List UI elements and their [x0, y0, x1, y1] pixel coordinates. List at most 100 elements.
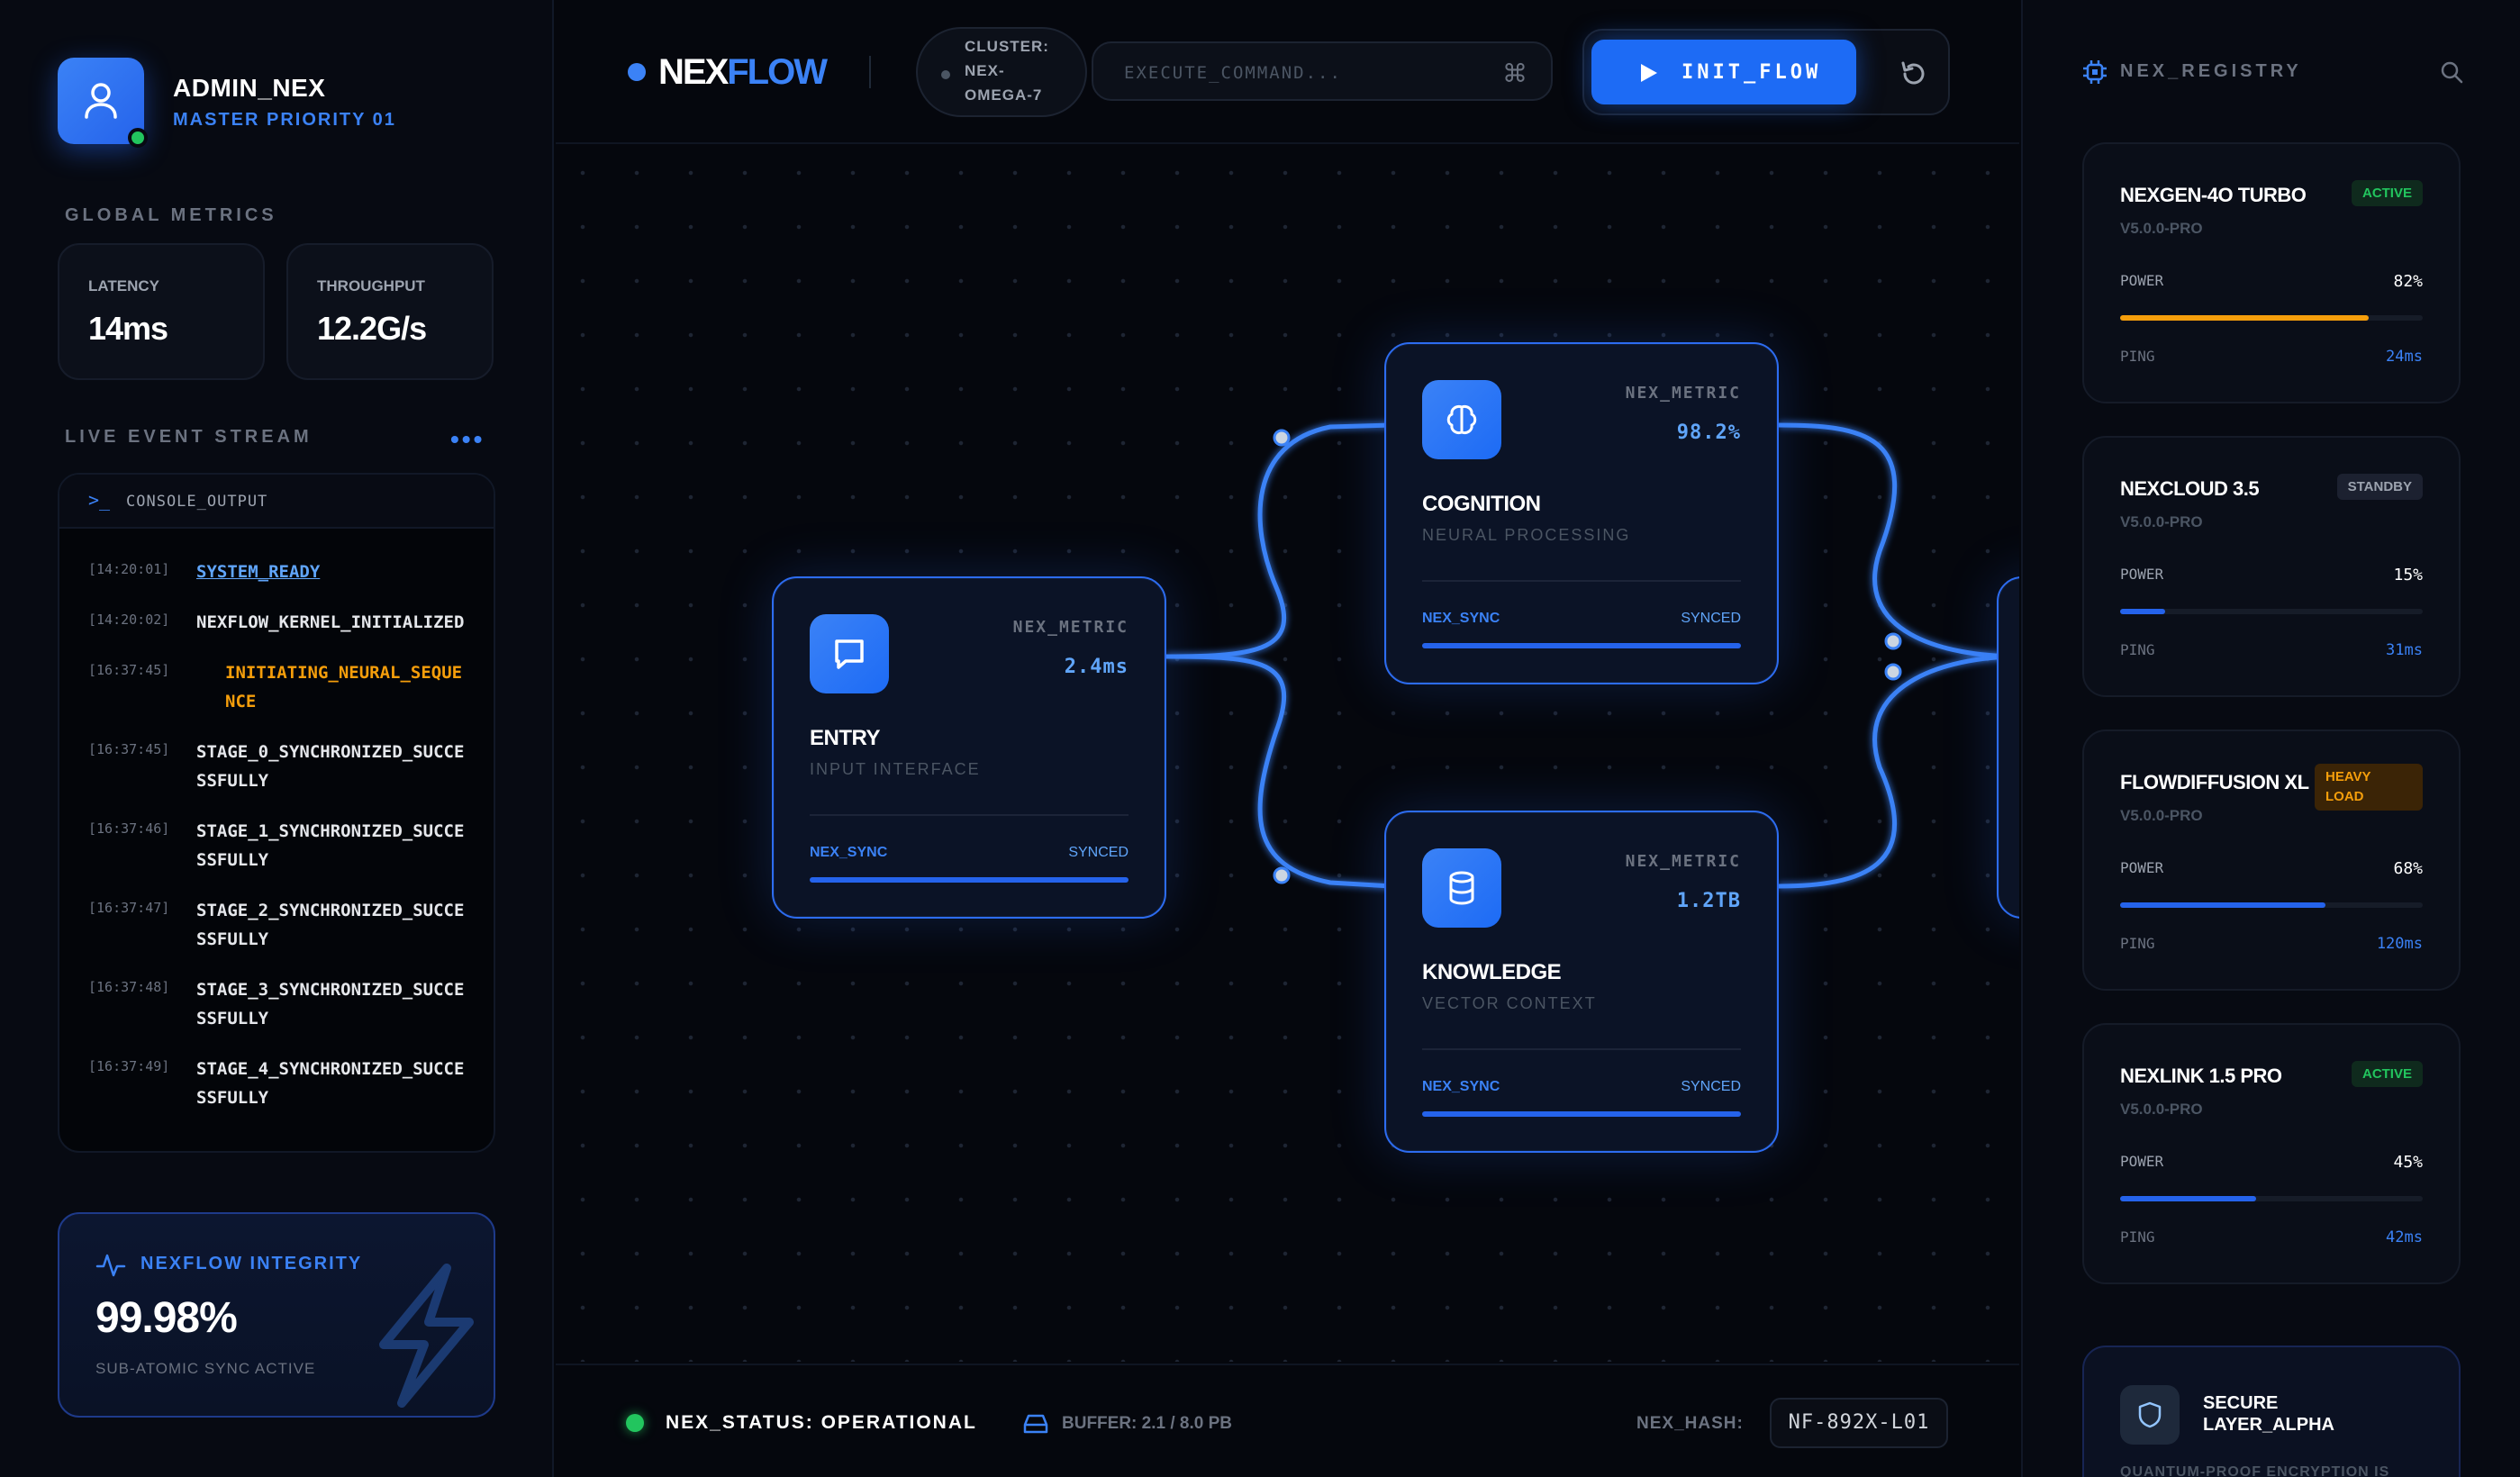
header-divider: [869, 56, 871, 88]
system-status: NEX_STATUS: OPERATIONAL: [666, 1412, 977, 1433]
node-knowledge[interactable]: NEX_METRIC 1.2TB KNOWLEDGE VECTOR CONTEX…: [1384, 811, 1779, 1153]
log-entry: [16:37:47] STAGE_2_SYNCHRONIZED_SUCCESSFU…: [88, 896, 479, 954]
ping-value: 24ms: [2386, 348, 2423, 366]
integrity-subtitle: SUB-ATOMIC SYNC ACTIVE: [95, 1360, 316, 1377]
power-value: 15%: [2393, 566, 2423, 584]
secure-subtitle: QUANTUM-PROOF ENCRYPTION IS: [2120, 1464, 2390, 1477]
model-name: NEXGEN-4O TURBO: [2120, 184, 2307, 206]
brand-logo[interactable]: NEXFLOW: [658, 52, 828, 93]
database-icon: [1422, 848, 1501, 928]
global-metrics-title: GLOBAL METRICS: [65, 205, 277, 225]
run-controls: INIT_FLOW: [1582, 29, 1950, 115]
log-message: STAGE_4_SYNCHRONIZED_SUCCESSFULLY: [196, 1059, 465, 1108]
node-sync-bar: [1422, 643, 1741, 648]
node-title: ENTRY: [810, 726, 880, 750]
node-sync-bar: [810, 877, 1129, 883]
model-card[interactable]: NEXLINK 1.5 PRO V5.0.0-PRO ACTIVE POWER 45% P…: [2082, 1023, 2461, 1284]
search-icon[interactable]: [2439, 59, 2464, 85]
power-value: 82%: [2393, 272, 2423, 291]
power-label: POWER: [2120, 859, 2164, 876]
model-version: V5.0.0-PRO: [2120, 220, 2203, 237]
secure-title: SECURE LAYER_ALPHA: [2203, 1393, 2334, 1435]
top-bar: NEXFLOW CLUSTER: NEX-OMEGA-7 EXECUTE_COM…: [556, 0, 2019, 144]
log-message: STAGE_2_SYNCHRONIZED_SUCCESSFULLY: [196, 901, 465, 949]
ping-label: PING: [2120, 641, 2155, 658]
model-status-badge: HEAVY LOAD: [2315, 764, 2423, 811]
model-card[interactable]: NEXCLOUD 3.5 V5.0.0-PRO STANDBY POWER 15% PIN…: [2082, 436, 2461, 697]
log-timestamp: [16:37:47]: [88, 900, 170, 916]
shield-icon: [2120, 1385, 2180, 1445]
terminal-icon: >_: [88, 489, 111, 511]
brand-part2: FLOW: [727, 52, 828, 92]
user-role: MASTER PRIORITY 01: [173, 110, 396, 130]
brain-icon: [1422, 380, 1501, 459]
connector-dot: [1273, 429, 1291, 447]
throughput-value: 12.2G/s: [317, 310, 427, 347]
log-timestamp: [16:37:48]: [88, 979, 170, 995]
power-value: 68%: [2393, 859, 2423, 878]
node-sync-label: NEX_SYNC: [810, 845, 888, 860]
edge-entry-cognition: [1165, 422, 1392, 659]
stream-more-button[interactable]: •••: [450, 425, 485, 454]
node-sync-label: NEX_SYNC: [1422, 611, 1500, 626]
hash-label: NEX_HASH:: [1636, 1414, 1744, 1433]
secure-layer-card[interactable]: SECURE LAYER_ALPHA QUANTUM-PROOF ENCRYPT…: [2082, 1346, 2461, 1477]
left-sidebar: ADMIN_NEX MASTER PRIORITY 01 GLOBAL METR…: [0, 0, 554, 1477]
node-subtitle: VECTOR CONTEXT: [1422, 994, 1597, 1012]
hash-value[interactable]: NF-892X-L01: [1770, 1398, 1948, 1448]
log-entry: [14:20:01] SYSTEM_READY: [88, 557, 479, 586]
node-partial-output[interactable]: [1997, 576, 2019, 919]
console-output-panel[interactable]: >_ CONSOLE_OUTPUT [14:20:01] SYSTEM_READY…: [58, 473, 495, 1153]
node-metric-label: NEX_METRIC: [1012, 618, 1129, 637]
command-input[interactable]: EXECUTE_COMMAND... ⌘: [1092, 41, 1553, 101]
ping-value: 31ms: [2386, 641, 2423, 659]
log-timestamp: [16:37:49]: [88, 1058, 170, 1074]
console-title: CONSOLE_OUTPUT: [126, 493, 268, 511]
node-cognition[interactable]: NEX_METRIC 98.2% COGNITION NEURAL PROCES…: [1384, 342, 1779, 684]
connector-dot: [1884, 663, 1902, 681]
ping-label: PING: [2120, 348, 2155, 365]
cluster-selector[interactable]: CLUSTER: NEX-OMEGA-7: [916, 27, 1087, 117]
reset-icon[interactable]: [1898, 58, 1930, 90]
status-footer: NEX_STATUS: OPERATIONAL BUFFER: 2.1 / 8.…: [556, 1364, 2019, 1477]
model-status-badge: ACTIVE: [2351, 180, 2423, 206]
user-avatar[interactable]: [58, 58, 148, 148]
buffer-status: BUFFER: 2.1 / 8.0 PB: [1062, 1414, 1232, 1433]
power-label: POWER: [2120, 1153, 2164, 1170]
log-entry: [14:20:02] NEXFLOW_KERNEL_INITIALIZED: [88, 608, 479, 637]
model-name: NEXCLOUD 3.5: [2120, 477, 2260, 500]
flow-canvas[interactable]: NEX_METRIC 2.4ms ENTRY INPUT INTERFACE N…: [556, 146, 2019, 1362]
log-entry: [16:37:49] STAGE_4_SYNCHRONIZED_SUCCESSFU…: [88, 1055, 479, 1112]
log-timestamp: [14:20:02]: [88, 612, 170, 628]
power-bar: [2120, 609, 2423, 614]
log-message: INITIATING_NEURAL_SEQUENCE: [225, 663, 463, 711]
connector-dot: [1884, 632, 1902, 650]
brand-dot: [628, 63, 646, 81]
connector-dot: [1273, 866, 1291, 884]
user-name: ADMIN_NEX: [173, 74, 326, 102]
log-message: STAGE_1_SYNCHRONIZED_SUCCESSFULLY: [196, 821, 465, 870]
power-label: POWER: [2120, 566, 2164, 583]
model-name: NEXLINK 1.5 PRO: [2120, 1065, 2282, 1087]
lightning-icon: [379, 1264, 474, 1408]
latency-value: 14ms: [88, 310, 168, 347]
cpu-icon: [2083, 60, 2107, 84]
latency-card: LATENCY 14ms: [58, 243, 265, 380]
play-icon: [1641, 64, 1657, 82]
node-title: KNOWLEDGE: [1422, 960, 1562, 984]
model-name: FLOWDIFFUSION XL: [2120, 771, 2309, 793]
log-message: SYSTEM_READY: [196, 562, 321, 582]
log-entry: [16:37:45] STAGE_0_SYNCHRONIZED_SUCCESSFU…: [88, 738, 479, 795]
log-entry: [16:37:46] STAGE_1_SYNCHRONIZED_SUCCESSFU…: [88, 817, 479, 874]
model-status-badge: ACTIVE: [2351, 1061, 2423, 1087]
cluster-label: CLUSTER: NEX-OMEGA-7: [965, 38, 1049, 104]
node-metric-value: 2.4ms: [1064, 656, 1129, 678]
node-metric-value: 1.2TB: [1676, 890, 1741, 912]
init-flow-button[interactable]: INIT_FLOW: [1591, 40, 1856, 104]
ping-label: PING: [2120, 1228, 2155, 1246]
node-entry[interactable]: NEX_METRIC 2.4ms ENTRY INPUT INTERFACE N…: [772, 576, 1166, 919]
storage-icon: [1023, 1414, 1048, 1434]
model-card[interactable]: FLOWDIFFUSION XL V5.0.0-PRO HEAVY LOAD POWE…: [2082, 729, 2461, 991]
edge-knowledge-next: [1778, 654, 2019, 889]
model-card[interactable]: NEXGEN-4O TURBO V5.0.0-PRO ACTIVE POWER 82% P…: [2082, 142, 2461, 403]
